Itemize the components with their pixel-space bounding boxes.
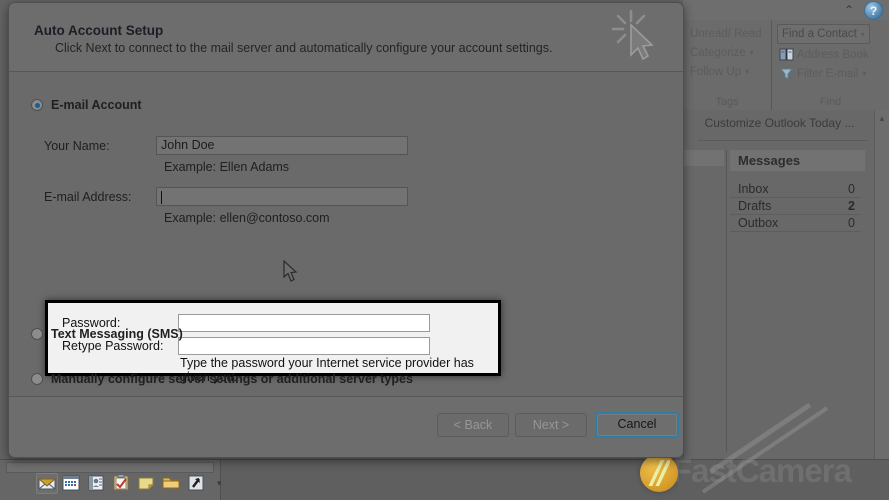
- text-caret: [161, 191, 162, 204]
- radio-button-icon[interactable]: [31, 99, 43, 111]
- ribbon-group-label-tags: Tags: [715, 96, 739, 108]
- today-divider: [698, 140, 867, 141]
- chevron-down-icon: ▾: [745, 67, 750, 76]
- email-address-input[interactable]: [156, 187, 408, 206]
- chevron-down-icon: ▾: [862, 69, 867, 78]
- your-name-input[interactable]: John Doe: [156, 136, 408, 155]
- outlook-today-panel: Customize Outlook Today ... Messages Inb…: [683, 110, 889, 472]
- customize-outlook-today-link[interactable]: Customize Outlook Today ...: [684, 116, 875, 130]
- screen-root: ⌃ ? Unread/ Read Categorize ▾ Follow Up: [0, 0, 889, 500]
- your-name-row: Your Name: John Doe: [44, 136, 408, 155]
- mail-icon[interactable]: [36, 473, 58, 494]
- ribbon-item-label: Unread/ Read: [690, 27, 762, 40]
- folder-name: Outbox: [738, 216, 779, 230]
- radio-label: Text Messaging (SMS): [51, 327, 183, 341]
- ribbon-item-label: Follow Up: [690, 65, 742, 78]
- retype-password-input[interactable]: [178, 337, 430, 355]
- email-address-label: E-mail Address:: [44, 189, 132, 204]
- folder-list-icon[interactable]: [161, 473, 183, 494]
- dialog-subtitle: Click Next to connect to the mail server…: [55, 41, 553, 55]
- ribbon-group-find: Find a Contact ▾ Address Book Filter E-m…: [771, 20, 889, 110]
- messages-list: Inbox 0 Drafts 2 Outbox 0: [730, 181, 865, 232]
- outlook-ribbon: ⌃ ? Unread/ Read Categorize ▾ Follow Up: [683, 0, 889, 111]
- help-icon[interactable]: ?: [864, 1, 883, 20]
- radio-email-account[interactable]: E-mail Account: [31, 98, 142, 112]
- today-scrollbar[interactable]: ▲ ▼: [874, 110, 889, 472]
- radio-manual-config[interactable]: Manually configure server settings or ad…: [31, 372, 413, 386]
- ribbon-groups: Unread/ Read Categorize ▾ Follow Up ▾ Ta…: [683, 20, 889, 110]
- nav-icon-bar: ▾: [36, 473, 222, 494]
- messages-section-title: Messages: [730, 150, 865, 171]
- ribbon-group-tags: Unread/ Read Categorize ▾ Follow Up ▾ Ta…: [683, 20, 771, 110]
- notes-icon[interactable]: [136, 473, 158, 494]
- list-item[interactable]: Outbox 0: [730, 215, 861, 232]
- navigation-pane: ▾: [0, 460, 222, 500]
- ribbon-item-find-a-contact[interactable]: Find a Contact ▾: [777, 24, 870, 44]
- radio-label: Manually configure server settings or ad…: [51, 372, 413, 386]
- folder-count: 2: [848, 199, 855, 213]
- folder-name: Drafts: [738, 199, 772, 213]
- cancel-button[interactable]: Cancel: [595, 412, 679, 438]
- radio-text-messaging[interactable]: Text Messaging (SMS): [31, 327, 183, 341]
- folder-count: 0: [848, 182, 855, 196]
- calendar-icon[interactable]: [61, 473, 83, 494]
- radio-button-icon[interactable]: [31, 328, 43, 340]
- ribbon-item-label: Find a Contact: [782, 28, 857, 40]
- mouse-pointer-icon: [283, 259, 299, 284]
- your-name-label: Your Name:: [44, 138, 110, 153]
- back-button[interactable]: < Back: [437, 413, 509, 437]
- ribbon-topbar: ⌃ ?: [683, 0, 889, 20]
- collapse-ribbon-icon[interactable]: ⌃: [841, 3, 857, 17]
- radio-label: E-mail Account: [51, 98, 142, 112]
- tasks-icon[interactable]: [111, 473, 133, 494]
- nav-pane-bar: [6, 462, 214, 473]
- ribbon-item-label: Filter E-mail: [797, 67, 859, 80]
- ribbon-item-label: Address Book: [797, 48, 869, 61]
- radio-button-icon[interactable]: [31, 373, 43, 385]
- folder-name: Inbox: [738, 182, 769, 196]
- page-title: Auto Account Setup: [34, 23, 164, 38]
- ribbon-item-categorize[interactable]: Categorize ▾: [688, 43, 766, 62]
- folder-count: 0: [848, 216, 855, 230]
- chevron-down-icon: ▾: [860, 29, 865, 39]
- shortcuts-icon[interactable]: [186, 473, 208, 494]
- dialog-header: Auto Account Setup Click Next to connect…: [9, 3, 683, 72]
- your-name-hint: Example: Ellen Adams: [164, 160, 290, 174]
- ribbon-item-address-book[interactable]: Address Book: [777, 45, 884, 64]
- ribbon-item-filter-email[interactable]: Filter E-mail ▾: [777, 64, 884, 83]
- filter-funnel-icon: [779, 67, 794, 80]
- scroll-up-icon[interactable]: ▲: [876, 112, 888, 125]
- next-button[interactable]: Next >: [515, 413, 587, 437]
- dialog-body: E-mail Account Your Name: John Doe Examp…: [9, 72, 683, 397]
- list-item[interactable]: Drafts 2: [730, 198, 861, 215]
- password-input[interactable]: [178, 314, 430, 332]
- ribbon-item-follow-up[interactable]: Follow Up ▾: [688, 62, 766, 81]
- ribbon-group-label-find: Find: [819, 96, 842, 108]
- retype-password-label: Retype Password:: [62, 339, 164, 353]
- chevron-down-icon: ▾: [749, 48, 754, 57]
- address-book-icon: [779, 48, 794, 61]
- ribbon-item-unread-read[interactable]: Unread/ Read: [688, 24, 766, 43]
- email-address-row: E-mail Address:: [44, 187, 408, 206]
- today-left-stub: [684, 150, 724, 166]
- auto-account-setup-dialog: Auto Account Setup Click Next to connect…: [8, 2, 684, 458]
- nav-overflow-icon[interactable]: ▾: [217, 478, 222, 489]
- list-item[interactable]: Inbox 0: [730, 181, 861, 198]
- dialog-footer: < Back Next > Cancel: [9, 396, 683, 457]
- email-address-hint: Example: ellen@contoso.com: [164, 211, 330, 225]
- contacts-icon[interactable]: [86, 473, 108, 494]
- today-messages-column: Messages Inbox 0 Drafts 2 Outbox 0: [726, 150, 865, 232]
- outlook-bottom-strip: ▾: [0, 459, 889, 500]
- click-cursor-illustration-icon: [609, 7, 667, 65]
- ribbon-item-label: Categorize: [690, 46, 746, 59]
